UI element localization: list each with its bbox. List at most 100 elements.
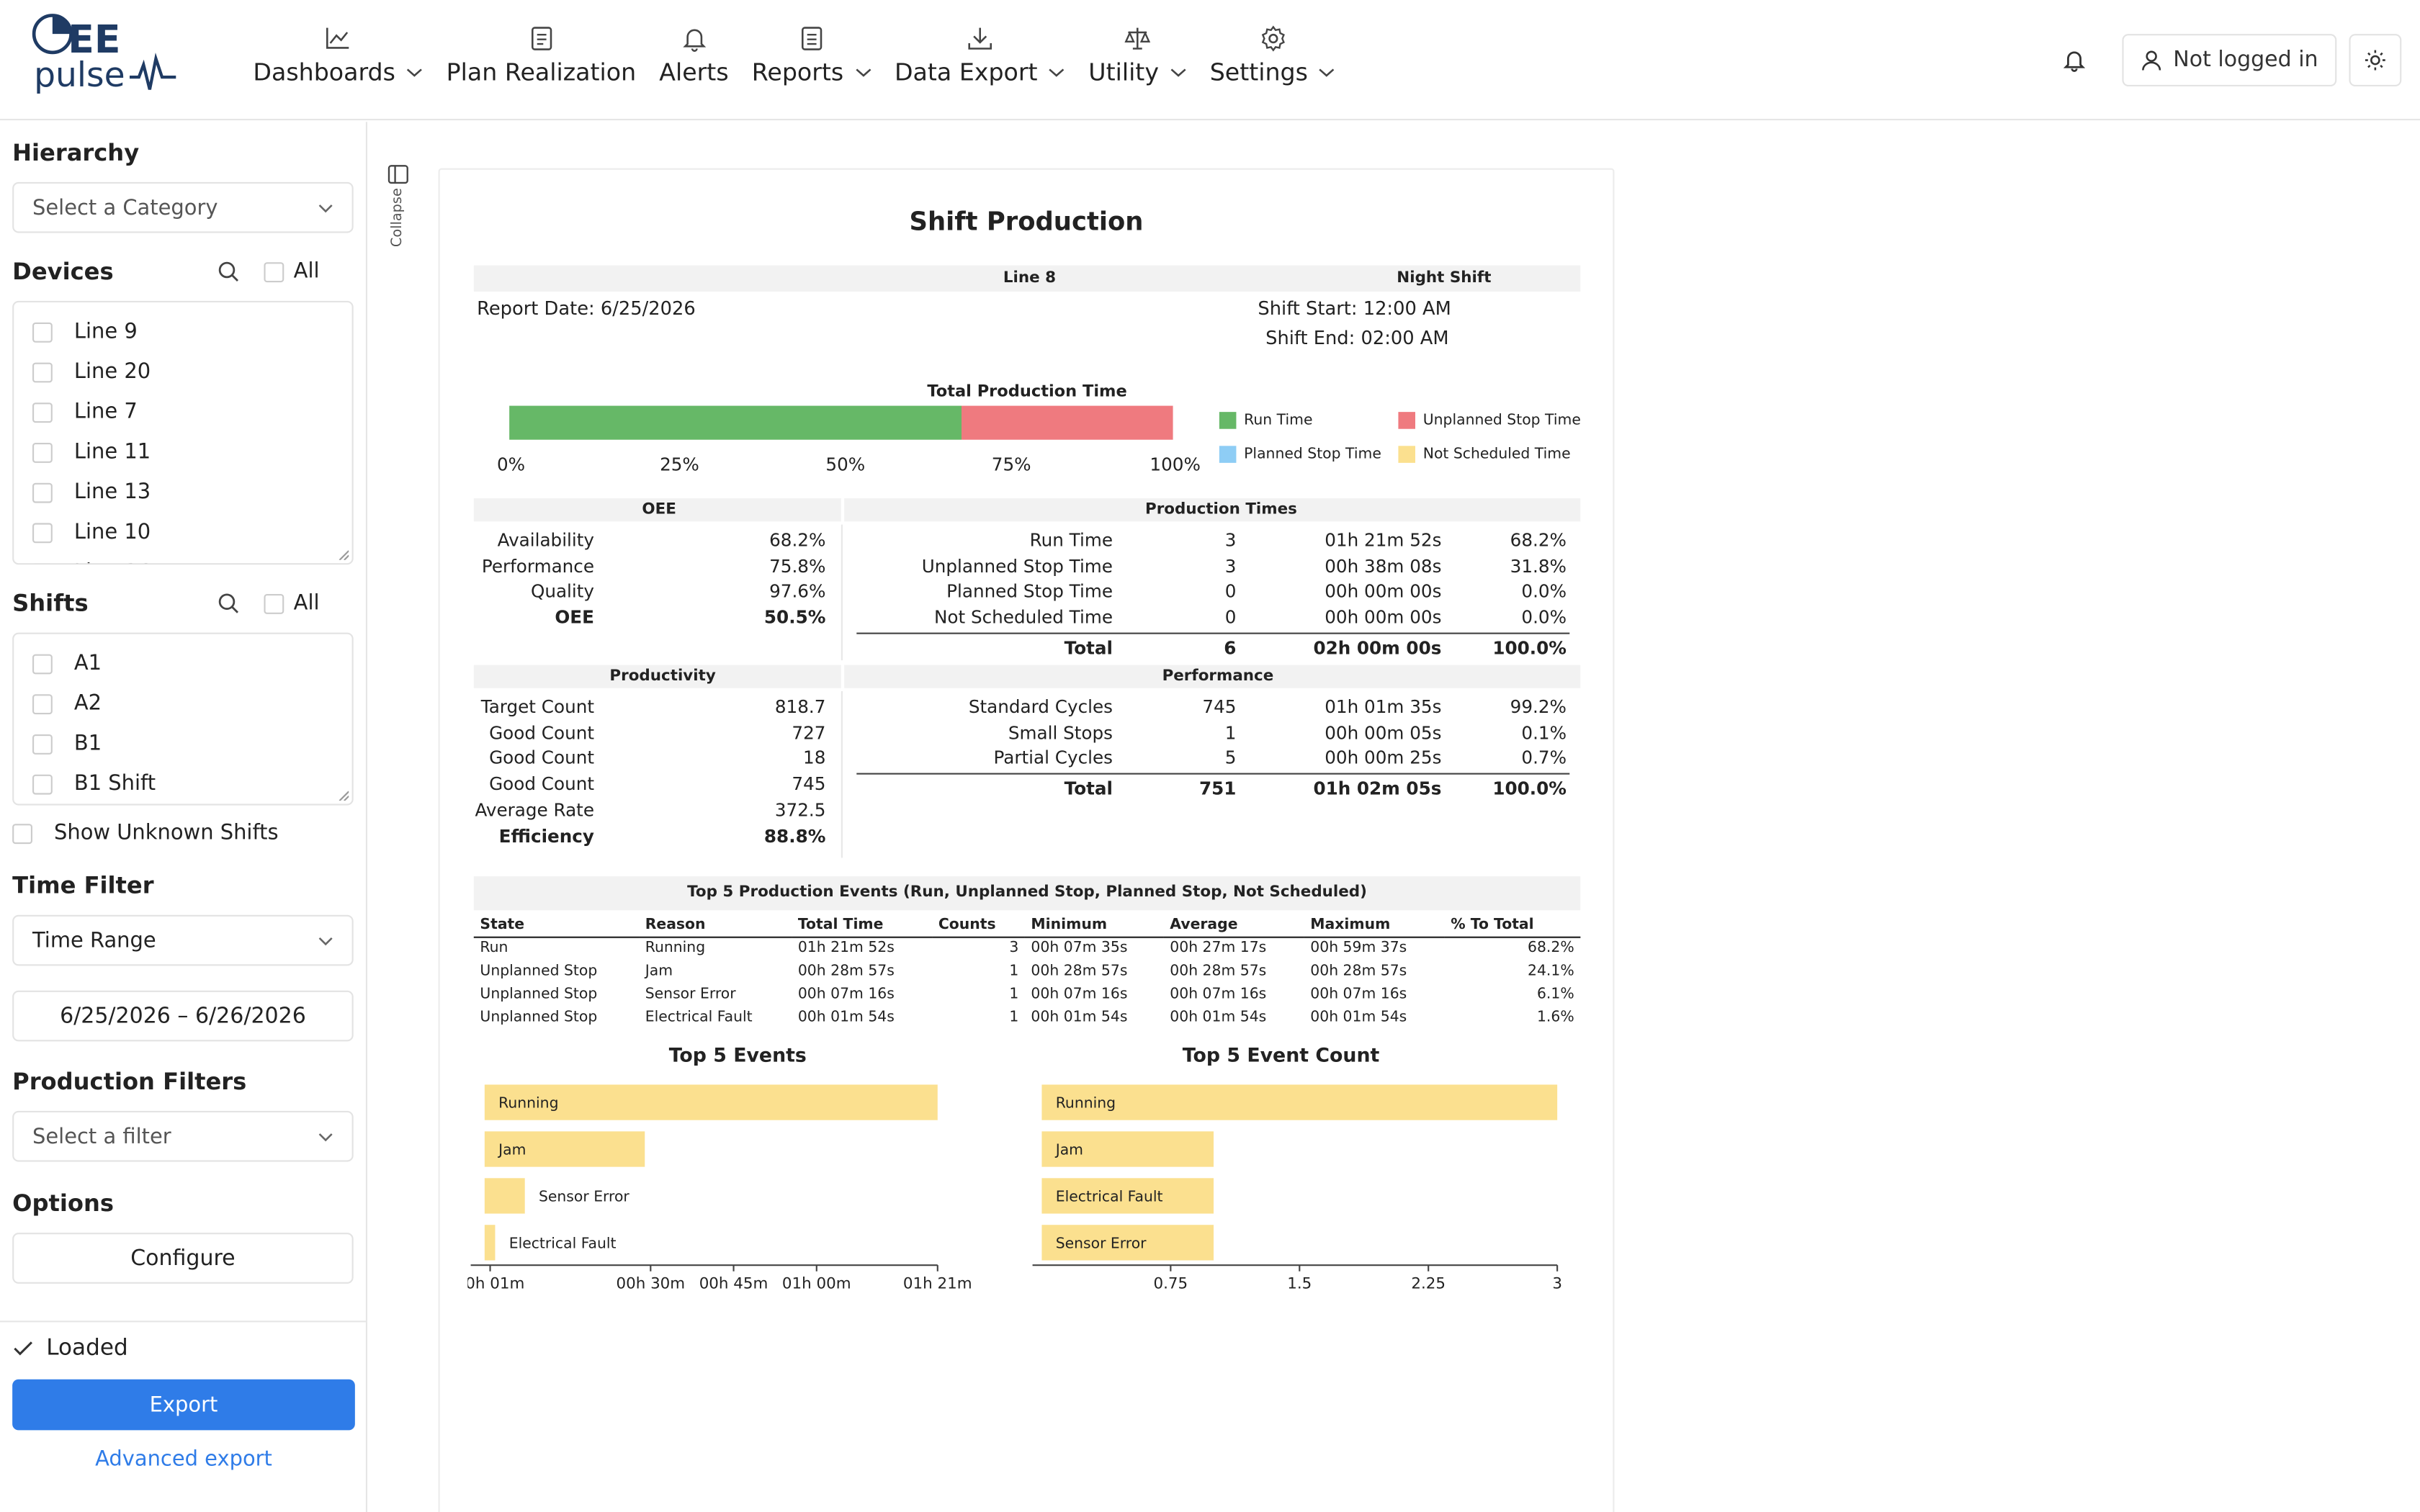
top-5-event-count-chart: Top 5 Event Count Running Jam Electrical Fa… — [1032, 1044, 1562, 1292]
theme-toggle-sun-icon[interactable] — [2349, 34, 2402, 87]
events-cell: 1 — [1009, 963, 1019, 980]
metric-label: Target Count — [480, 696, 594, 718]
tpt-tick-label: 50% — [825, 454, 866, 475]
chevron-down-icon — [318, 1133, 333, 1141]
list-item-checkbox[interactable] — [32, 653, 53, 674]
list-item-checkbox[interactable] — [32, 733, 53, 754]
events-cell: 01h 21m 52s — [797, 940, 895, 958]
events-cell: 00h 07m 35s — [1031, 940, 1128, 958]
nav-utility[interactable]: Utility — [1088, 24, 1186, 102]
events-cell: 68.2% — [1528, 940, 1574, 958]
list-item[interactable]: Line 10 — [32, 512, 333, 552]
events-cell: 00h 01m 54s — [797, 1009, 895, 1026]
app-logo[interactable]: EE pulse — [31, 12, 185, 97]
events-cell: 24.1% — [1528, 963, 1574, 980]
list-item[interactable]: B1 — [32, 724, 333, 764]
login-button[interactable]: Not logged in — [2122, 34, 2337, 87]
list-item-checkbox[interactable] — [32, 522, 53, 543]
nav-plan-realization[interactable]: Plan Realization — [447, 24, 636, 102]
legend-label: Unplanned Stop Time — [1422, 412, 1581, 429]
chart-bar-label: Sensor Error — [1056, 1234, 1147, 1251]
list-item[interactable]: B1 Shift — [32, 764, 333, 804]
nav-alerts[interactable]: Alerts — [659, 24, 729, 102]
devices-search-icon[interactable] — [218, 261, 240, 282]
devices-list[interactable]: Line 9 Line 20 Line 7 Line 11 Line 13 Line 10… — [12, 300, 354, 565]
collapse-sidebar-button[interactable]: Collapse — [386, 163, 411, 256]
show-unknown-shifts-checkbox[interactable] — [12, 823, 32, 844]
list-item-checkbox[interactable] — [32, 441, 53, 462]
shifts-all-checkbox[interactable] — [264, 593, 284, 613]
legend-swatch — [1398, 412, 1415, 429]
list-item-checkbox[interactable] — [32, 562, 53, 564]
list-item[interactable]: Line 7 — [32, 392, 333, 432]
list-item-checkbox[interactable] — [32, 773, 53, 794]
shifts-search-icon[interactable] — [218, 593, 240, 614]
hierarchy-select[interactable]: Select a Category — [12, 181, 354, 233]
chart-bar-label: Electrical Fault — [509, 1234, 617, 1251]
chart-bar — [484, 1178, 525, 1214]
status-row: Loaded — [12, 1336, 128, 1361]
events-cell: 00h 28m 57s — [1170, 963, 1267, 980]
tpt-bar — [509, 405, 1173, 440]
resize-grip-icon[interactable] — [338, 790, 349, 801]
nav-dashboards[interactable]: Dashboards — [253, 24, 423, 102]
date-range-value: 6/25/2026 – 6/26/2026 — [60, 1003, 306, 1029]
list-item[interactable]: A1 — [32, 644, 333, 684]
row-label: Run Time — [1029, 529, 1113, 551]
show-unknown-shifts-row[interactable]: Show Unknown Shifts — [12, 813, 354, 853]
time-filter-select[interactable]: Time Range — [12, 914, 354, 966]
events-cell: 3 — [1009, 940, 1019, 958]
list-item[interactable]: Line 14 — [32, 552, 333, 564]
list-item[interactable]: Line 9 — [32, 312, 333, 352]
hierarchy-title: Hierarchy — [12, 138, 140, 167]
tpt-tick-label: 25% — [660, 454, 699, 475]
events-table: State Reason Total Time Counts Minimum Averag… — [473, 916, 1581, 1029]
chevron-down-icon — [406, 68, 424, 77]
legend-item: Run Time — [1219, 412, 1313, 429]
list-item-checkbox[interactable] — [32, 693, 53, 714]
legend-swatch — [1398, 446, 1415, 463]
logo-text-bottom: pulse — [34, 55, 125, 95]
list-item[interactable]: Line 20 — [32, 352, 333, 392]
list-item[interactable]: A2 — [32, 683, 333, 724]
export-button[interactable]: Export — [12, 1379, 355, 1431]
list-item[interactable]: Line 11 — [32, 432, 333, 472]
date-range-picker[interactable]: 6/25/2026 – 6/26/2026 — [12, 990, 354, 1042]
metric-value: 727 — [792, 721, 826, 744]
shift-start: Shift Start: 12:00 AM — [1258, 297, 1451, 320]
row-time: 00h 00m 00s — [1325, 580, 1442, 603]
list-item-checkbox[interactable] — [32, 402, 53, 423]
list-item-checkbox[interactable] — [32, 321, 53, 342]
events-cell: 6.1% — [1536, 986, 1574, 1003]
devices-all-checkbox[interactable] — [264, 261, 284, 282]
events-cell: Sensor Error — [645, 986, 736, 1003]
notifications-bell-icon[interactable] — [2048, 34, 2101, 86]
legend-label: Run Time — [1244, 412, 1313, 429]
nav-label: Plan Realization — [446, 58, 637, 86]
sidebar-panel-icon — [387, 165, 408, 184]
list-item[interactable]: Line 13 — [32, 472, 333, 513]
nav-reports[interactable]: Reports — [752, 24, 871, 102]
metric-value: 372.5 — [774, 798, 826, 821]
metric-label: OEE — [555, 606, 594, 629]
shifts-list[interactable]: A1 A2 B1 B1 Shift — [12, 632, 354, 806]
nav-settings[interactable]: Settings — [1210, 24, 1336, 102]
advanced-export-link[interactable]: Advanced export — [12, 1447, 355, 1472]
events-cell: 00h 07m 16s — [797, 986, 895, 1003]
production-filter-select[interactable]: Select a filter — [12, 1110, 354, 1162]
hierarchy-select-value: Select a Category — [32, 195, 218, 220]
chart-tick-label: 01h 00m — [782, 1274, 851, 1292]
resize-grip-icon[interactable] — [338, 549, 349, 560]
shift-end: Shift End: 02:00 AM — [1265, 327, 1449, 349]
nav-data-export[interactable]: Data Export — [895, 24, 1065, 102]
list-item-label: Line 7 — [73, 400, 138, 425]
chart-line-icon — [324, 24, 352, 53]
list-item-label: A1 — [73, 651, 102, 676]
total-label: Total — [1064, 636, 1113, 659]
events-cell: 00h 07m 16s — [1310, 986, 1407, 1003]
configure-button[interactable]: Configure — [12, 1233, 354, 1284]
metric-label: Efficiency — [498, 824, 594, 847]
legend-swatch — [1219, 446, 1237, 463]
list-item-checkbox[interactable] — [32, 482, 53, 503]
list-item-checkbox[interactable] — [32, 361, 53, 382]
